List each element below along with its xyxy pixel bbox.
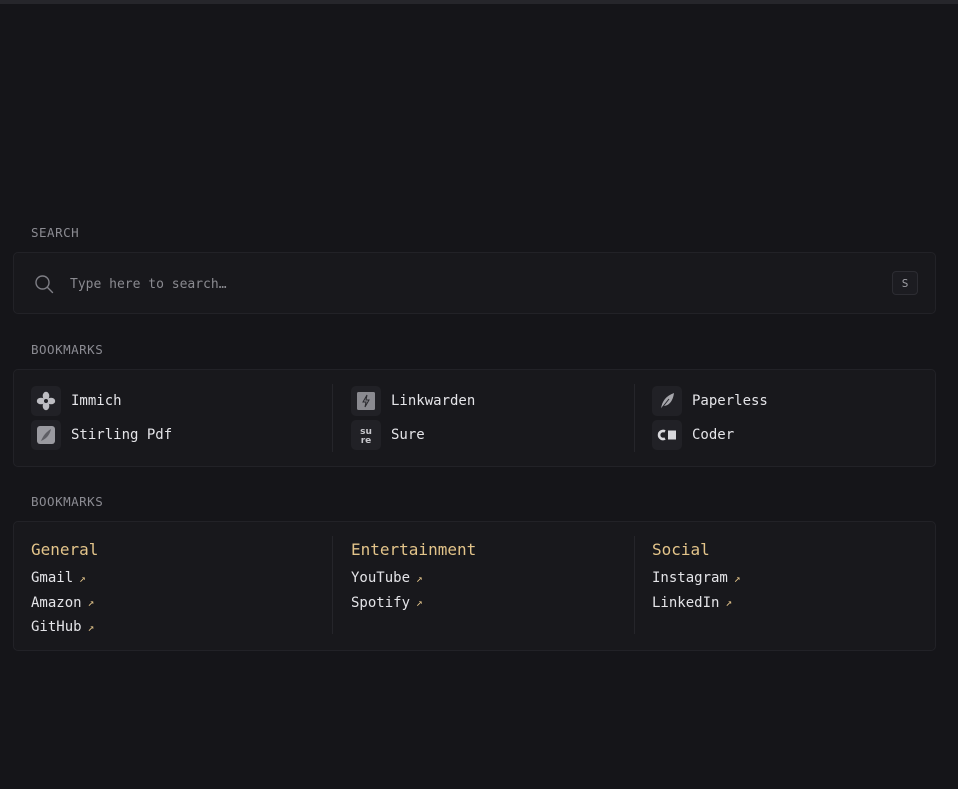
column-divider [332, 384, 333, 452]
bookmark-group-general: General Gmail ↗ Amazon ↗ GitHub ↗ [31, 540, 98, 640]
external-link-arrow-icon: ↗ [733, 571, 741, 585]
external-link-arrow-icon: ↗ [416, 571, 423, 585]
bookmarks-section-label: BOOKMARKS [31, 494, 104, 509]
bookmark-link-label: Amazon [31, 594, 82, 611]
search-section-label: SEARCH [31, 225, 80, 240]
bookmark-group-title: Social [652, 540, 710, 559]
search-icon [35, 275, 54, 294]
bookmark-link-label: GitHub [31, 619, 82, 636]
search-input[interactable] [68, 271, 852, 297]
sure-logo-icon: su re [351, 420, 381, 450]
bookmark-link-label: YouTube [351, 570, 411, 587]
bookmark-link-amazon[interactable]: Amazon ↗ [31, 591, 98, 616]
top-border [0, 0, 958, 4]
column-divider [332, 536, 333, 634]
app-label: Immich [71, 393, 122, 409]
app-label: Sure [391, 427, 425, 443]
bookmark-group-social: Social Instagram ↗ LinkedIn ↗ [652, 540, 740, 615]
bookmark-link-label: Gmail [31, 570, 74, 587]
stirling-pdf-icon [31, 420, 61, 450]
app-paperless[interactable]: Paperless [652, 386, 768, 416]
search-shortcut-key: S [892, 271, 918, 295]
paperless-leaf-icon [652, 386, 682, 416]
external-link-arrow-icon: ↗ [416, 596, 423, 610]
app-sure[interactable]: su re Sure [351, 420, 425, 450]
column-divider [634, 384, 635, 452]
external-link-arrow-icon: ↗ [87, 596, 95, 610]
immich-pinwheel-icon [31, 386, 61, 416]
linkwarden-icon [351, 386, 381, 416]
app-label: Paperless [692, 393, 768, 409]
bookmark-link-instagram[interactable]: Instagram ↗ [652, 566, 740, 591]
bookmarks-widget: General Gmail ↗ Amazon ↗ GitHub ↗ Entert… [13, 521, 936, 651]
app-label: Stirling Pdf [71, 427, 173, 443]
app-stirling-pdf[interactable]: Stirling Pdf [31, 420, 172, 450]
external-link-arrow-icon: ↗ [79, 571, 86, 585]
bookmark-link-spotify[interactable]: Spotify ↗ [351, 591, 476, 616]
app-immich[interactable]: Immich [31, 386, 122, 416]
bookmark-group-title: General [31, 540, 99, 559]
bookmark-link-label: Spotify [351, 594, 411, 611]
bookmark-link-linkedin[interactable]: LinkedIn ↗ [652, 591, 740, 616]
app-coder[interactable]: Coder [652, 420, 734, 450]
app-linkwarden[interactable]: Linkwarden [351, 386, 475, 416]
bookmark-link-label: LinkedIn [652, 594, 720, 611]
bookmark-group-entertainment: Entertainment YouTube ↗ Spotify ↗ [351, 540, 476, 615]
column-divider [634, 536, 635, 634]
search-widget: S [13, 252, 936, 314]
bookmark-group-title: Entertainment [351, 540, 477, 559]
bookmark-link-youtube[interactable]: YouTube ↗ [351, 566, 476, 591]
external-link-arrow-icon: ↗ [725, 596, 733, 610]
apps-section-label: BOOKMARKS [31, 342, 104, 357]
bookmark-link-github[interactable]: GitHub ↗ [31, 615, 98, 640]
coder-logo-icon [652, 420, 682, 450]
svg-text:re: re [361, 436, 372, 446]
bookmark-link-gmail[interactable]: Gmail ↗ [31, 566, 98, 591]
bookmark-link-label: Instagram [652, 570, 728, 587]
app-label: Coder [692, 427, 735, 443]
apps-widget: Immich Linkwarden Paperless Stirling Pdf… [13, 369, 936, 467]
app-label: Linkwarden [391, 393, 476, 409]
external-link-arrow-icon: ↗ [87, 620, 95, 634]
